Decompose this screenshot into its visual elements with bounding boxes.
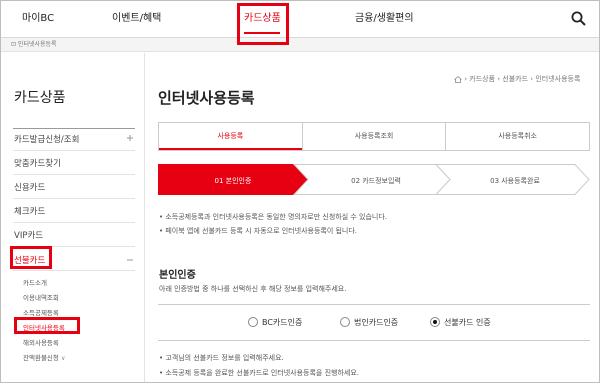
sidebar-title: 카드상품 — [14, 90, 66, 106]
location-l2[interactable]: 선불카드 — [502, 75, 528, 83]
radio-bc-card[interactable]: BC카드인증 — [248, 317, 302, 328]
highlight-box-nav — [237, 3, 289, 45]
radio-label: 법인카드인증 — [354, 318, 399, 327]
highlight-box-internet-register — [14, 317, 80, 334]
divider — [13, 174, 135, 175]
radio-circle-checked[interactable] — [430, 317, 440, 327]
radio-label: 선불카드 인증 — [444, 318, 491, 327]
plus-icon[interactable] — [127, 135, 133, 141]
divider — [13, 198, 135, 199]
sidebar-item-card-apply[interactable]: 카드발급신청/조회 — [14, 133, 79, 145]
radio-circle[interactable] — [340, 317, 350, 327]
page-frame: 마이BC 이벤트/혜택 카드상품 금융/생활편의 ⊡ 인터넷사용등록 카드상품 … — [0, 0, 600, 383]
step-2-label: 02 카드정보입력 — [351, 176, 401, 185]
location-l3: 인터넷사용등록 — [535, 75, 581, 83]
sub-item-refund-label: 잔액환불신청 — [23, 354, 59, 362]
radio-corporate-card[interactable]: 법인카드인증 — [340, 317, 398, 328]
sub-item-usage[interactable]: 이용내역조회 — [23, 292, 59, 302]
sub-item-overseas[interactable]: 해외사용등록 — [23, 337, 59, 347]
minus-icon[interactable] — [127, 257, 133, 263]
divider — [13, 222, 135, 223]
sidebar-item-recommend[interactable]: 맞춤카드찾기 — [14, 157, 61, 169]
top-nav: 마이BC 이벤트/혜택 카드상품 금융/생활편의 — [1, 1, 599, 38]
step-indicator: 01 본인인증 02 카드정보입력 03 사용등록완료 — [158, 164, 590, 195]
location-path: › 카드상품 › 선불카드 › 인터넷사용등록 — [454, 74, 580, 84]
note-line: • 소득공제등록과 인터넷사용등록은 동일한 명의자로만 신청하실 수 있습니다… — [159, 213, 388, 221]
auth-section-desc: 아래 인증방법 중 하나를 선택하신 후 해당 정보를 입력해주세요. — [159, 285, 347, 293]
sub-item-card-intro[interactable]: 카드소개 — [23, 277, 47, 287]
sidebar-title-divider — [13, 128, 135, 129]
tab-bar: 사용등록 사용등록조회 사용등록취소 — [158, 122, 590, 151]
breadcrumb-bar: ⊡ 인터넷사용등록 — [1, 38, 599, 52]
tab-register[interactable]: 사용등록 — [159, 123, 302, 150]
step-1-label: 01 본인인증 — [215, 176, 252, 185]
nav-item-mybc[interactable]: 마이BC — [22, 1, 54, 38]
radio-circle[interactable] — [248, 317, 258, 327]
sub-item-refund[interactable]: 잔액환불신청 ∨ — [23, 352, 65, 362]
sidebar-item-credit[interactable]: 신용카드 — [14, 181, 45, 193]
note-line: • 소득공제 등록을 완료한 선불카드로 인터넷사용등록을 진행하세요. — [159, 369, 360, 377]
page-title: 인터넷사용등록 — [158, 89, 255, 107]
location-l1[interactable]: 카드상품 — [469, 75, 495, 83]
divider — [13, 150, 135, 151]
radio-label: BC카드인증 — [262, 318, 303, 327]
auth-section-title: 본인인증 — [159, 270, 196, 281]
note-line: • 페이북 앱에 선불카드 등록 시 자동으로 인터넷사용등록이 됩니다. — [159, 227, 358, 235]
sidebar-item-check[interactable]: 체크카드 — [14, 205, 45, 217]
radio-prepaid-card[interactable]: 선불카드 인증 — [430, 317, 491, 328]
step-3-label: 03 사용등록완료 — [490, 176, 540, 185]
search-icon[interactable] — [571, 11, 586, 26]
sidebar-item-vip[interactable]: VIP카드 — [14, 229, 43, 241]
note-line: • 고객님의 선불카드 정보를 입력해주세요. — [159, 354, 284, 362]
highlight-box-prepaid — [10, 246, 52, 269]
divider — [13, 270, 135, 271]
home-icon[interactable] — [454, 75, 462, 83]
auth-method-group: BC카드인증 법인카드인증 선불카드 인증 — [158, 304, 590, 341]
chevron-down-icon: ∨ — [60, 355, 66, 362]
tab-register-inquiry[interactable]: 사용등록조회 — [301, 123, 446, 150]
nav-item-finance[interactable]: 금융/생활편의 — [355, 1, 414, 38]
nav-item-events[interactable]: 이벤트/혜택 — [112, 1, 161, 38]
tab-register-cancel[interactable]: 사용등록취소 — [445, 123, 589, 150]
breadcrumb: ⊡ 인터넷사용등록 — [11, 41, 57, 48]
sub-item-tax[interactable]: 소득공제등록 — [23, 307, 59, 317]
